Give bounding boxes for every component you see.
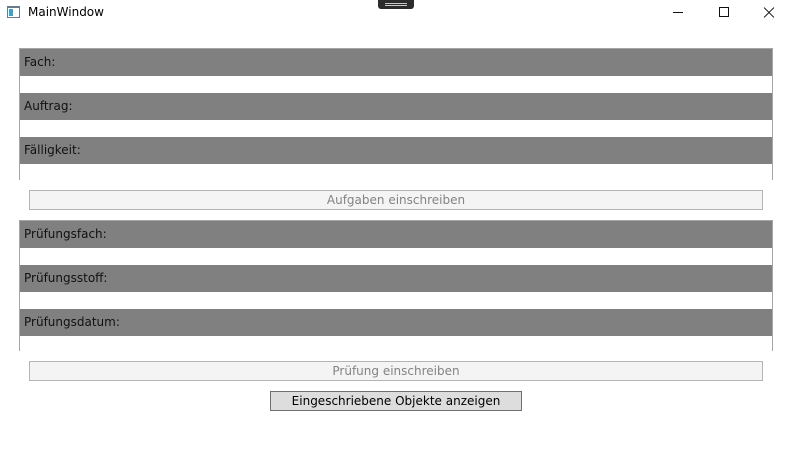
auftrag-label: Auftrag: xyxy=(20,93,772,120)
title-bar[interactable]: MainWindow xyxy=(0,0,789,26)
fach-label: Fach: xyxy=(20,49,772,76)
faelligkeit-label: Fälligkeit: xyxy=(20,137,772,164)
maximize-button[interactable] xyxy=(702,0,748,26)
pruefung-einschreiben-button[interactable]: Prüfung einschreiben xyxy=(29,361,763,381)
pruefungsdatum-label: Prüfungsdatum: xyxy=(20,309,772,336)
debug-toolbar-handle[interactable] xyxy=(378,0,414,9)
faelligkeit-input[interactable] xyxy=(20,164,772,181)
main-window: MainWindow Fach: Auftrag: Fälligkeit: Au… xyxy=(0,0,789,461)
show-objects-button[interactable]: Eingeschriebene Objekte anzeigen xyxy=(270,391,522,411)
aufgaben-form: Fach: Auftrag: Fälligkeit: xyxy=(19,48,773,181)
minimize-icon xyxy=(673,12,683,13)
pruefungsfach-label: Prüfungsfach: xyxy=(20,221,772,248)
minimize-button[interactable] xyxy=(656,0,702,26)
pruefung-form: Prüfungsfach: Prüfungsstoff: Prüfungsdat… xyxy=(19,220,773,353)
close-button[interactable] xyxy=(747,0,789,26)
window-title: MainWindow xyxy=(28,5,104,19)
pruefungsstoff-label: Prüfungsstoff: xyxy=(20,265,772,292)
app-window-icon xyxy=(7,6,20,18)
fach-input[interactable] xyxy=(20,76,772,93)
pruefungsdatum-input[interactable] xyxy=(20,336,772,353)
close-icon xyxy=(763,7,775,19)
aufgaben-einschreiben-button[interactable]: Aufgaben einschreiben xyxy=(29,190,763,210)
maximize-icon xyxy=(719,7,729,17)
pruefungsfach-input[interactable] xyxy=(20,248,772,265)
pruefungsstoff-input[interactable] xyxy=(20,292,772,309)
auftrag-input[interactable] xyxy=(20,120,772,137)
